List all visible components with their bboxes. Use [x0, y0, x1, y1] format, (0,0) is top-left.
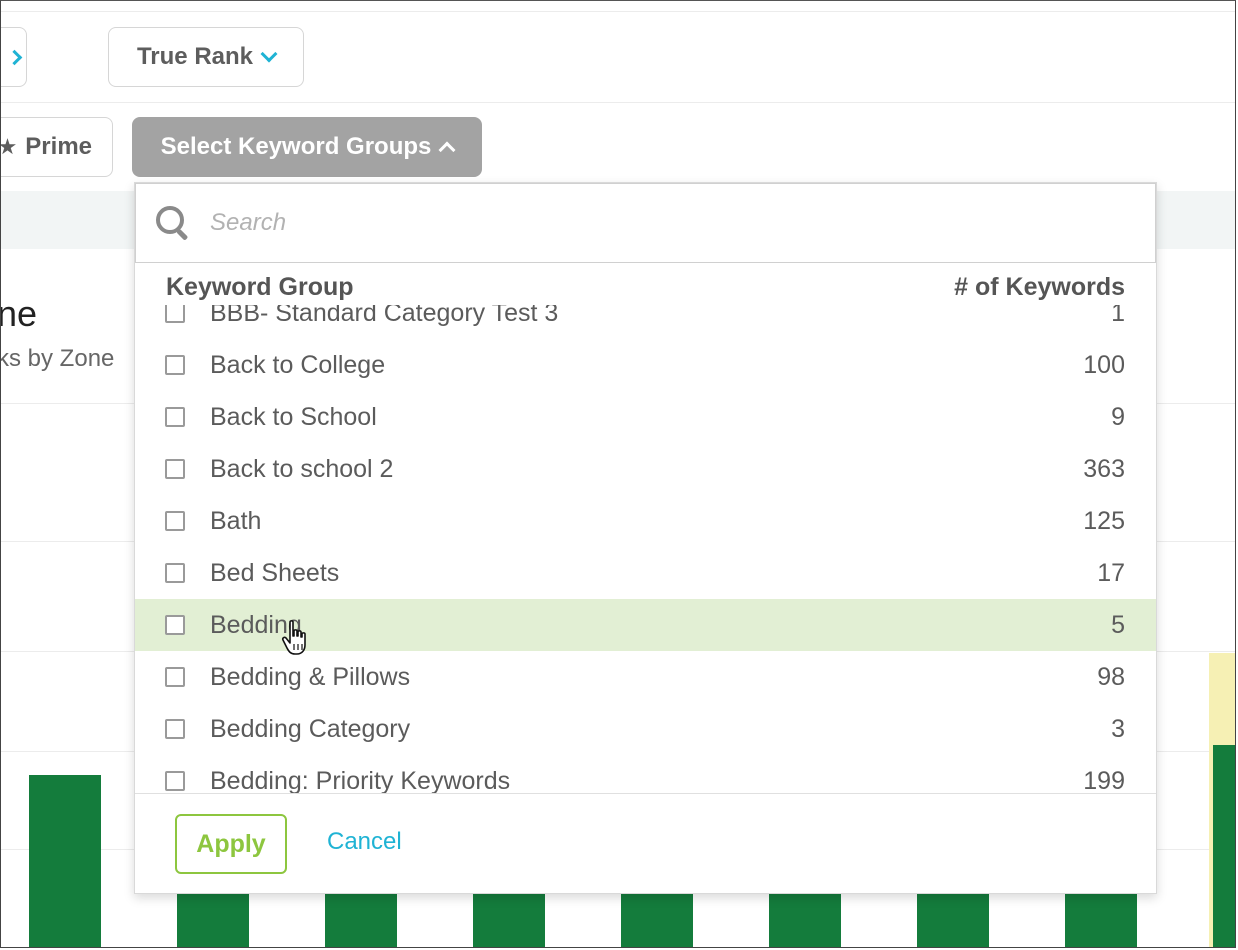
list-item[interactable]: Bedding & Pillows 98: [135, 651, 1156, 703]
keyword-group-name: BBB- Standard Category Test 3: [210, 305, 559, 327]
footer-divider: [135, 793, 1156, 794]
keyword-group-name: Bedding: Priority Keywords: [210, 766, 511, 794]
divider: [1, 11, 1235, 12]
chart-bar: [29, 775, 101, 947]
keyword-count: 98: [1097, 662, 1125, 691]
column-header-keyword-group: Keyword Group: [166, 273, 354, 301]
keyword-group-name: Bedding Category: [210, 714, 411, 743]
chevron-down-icon: [260, 45, 278, 63]
apply-button[interactable]: Apply: [175, 814, 287, 874]
cancel-link[interactable]: Cancel: [327, 828, 402, 856]
chart-bar: [621, 891, 693, 947]
checkbox[interactable]: [165, 355, 185, 375]
keyword-count: 125: [1083, 506, 1125, 535]
checkbox[interactable]: [165, 719, 185, 739]
prime-label: Prime: [25, 133, 92, 160]
section-subtitle: ks by Zone: [0, 345, 115, 372]
chart-bar: [1065, 891, 1137, 947]
true-rank-label: True Rank: [136, 43, 254, 70]
list-item[interactable]: Back to school 2 363: [135, 443, 1156, 495]
search-icon: [156, 206, 190, 241]
select-keyword-groups-label: Select Keyword Groups: [160, 133, 432, 160]
select-keyword-groups-button[interactable]: Select Keyword Groups: [132, 117, 482, 177]
checkbox[interactable]: [165, 667, 185, 687]
keyword-count: 199: [1083, 766, 1125, 794]
checkbox[interactable]: [165, 305, 185, 323]
chart-bar: [325, 891, 397, 947]
list-item[interactable]: Bedding: Priority Keywords 199: [135, 755, 1156, 793]
section-title: ne: [0, 293, 38, 334]
true-rank-button[interactable]: True Rank: [108, 27, 304, 87]
chevron-icon: [6, 49, 23, 66]
list-item[interactable]: Bath 125: [135, 495, 1156, 547]
keyword-group-list[interactable]: BBB- Standard Category Test 3 1 Back to C…: [135, 305, 1156, 793]
list-item[interactable]: Bedding Category 3: [135, 703, 1156, 755]
keyword-group-name: Back to School: [210, 402, 377, 431]
column-header-keyword-count: # of Keywords: [954, 273, 1125, 301]
search-input[interactable]: [208, 208, 1112, 238]
chevron-up-icon: [438, 141, 456, 159]
keyword-count: 1: [1111, 305, 1125, 327]
chart-bar: [769, 891, 841, 947]
checkbox[interactable]: [165, 511, 185, 531]
checkbox[interactable]: [165, 615, 185, 635]
checkbox[interactable]: [165, 771, 185, 791]
keyword-groups-dropdown: Keyword Group # of Keywords BBB- Standar…: [134, 182, 1157, 894]
checkbox[interactable]: [165, 407, 185, 427]
prime-filter-button[interactable]: ★ Prime: [1, 117, 113, 177]
list-item[interactable]: Back to College 100: [135, 339, 1156, 391]
checkbox[interactable]: [165, 563, 185, 583]
keyword-group-name: Bedding: [210, 610, 302, 639]
keyword-group-name: Back to school 2: [210, 454, 394, 483]
list-item[interactable]: Back to School 9: [135, 391, 1156, 443]
keyword-count: 17: [1097, 558, 1125, 587]
app-frame: True Rank ★ Prime Select Keyword Groups …: [0, 0, 1236, 948]
search-box: [135, 183, 1156, 263]
chart-bar: [1213, 745, 1235, 947]
chart-bar: [177, 891, 249, 947]
keyword-count: 3: [1111, 714, 1125, 743]
keyword-count: 5: [1111, 610, 1125, 639]
keyword-group-name: Bed Sheets: [210, 558, 340, 587]
previous-dropdown-button[interactable]: [1, 27, 27, 87]
keyword-count: 363: [1083, 454, 1125, 483]
keyword-group-name: Back to College: [210, 350, 386, 379]
list-header: Keyword Group # of Keywords: [166, 273, 1125, 302]
hand-cursor-icon: [281, 620, 306, 655]
chart-bar: [917, 891, 989, 947]
checkbox[interactable]: [165, 459, 185, 479]
list-item[interactable]: BBB- Standard Category Test 3 1: [135, 305, 1156, 339]
keyword-group-name: Bath: [210, 506, 262, 535]
star-icon: ★: [1, 134, 17, 160]
keyword-count: 100: [1083, 350, 1125, 379]
chart-bar: [473, 891, 545, 947]
divider: [1, 102, 1235, 103]
keyword-group-name: Bedding & Pillows: [210, 662, 411, 691]
list-item[interactable]: Bed Sheets 17: [135, 547, 1156, 599]
keyword-count: 9: [1111, 402, 1125, 431]
